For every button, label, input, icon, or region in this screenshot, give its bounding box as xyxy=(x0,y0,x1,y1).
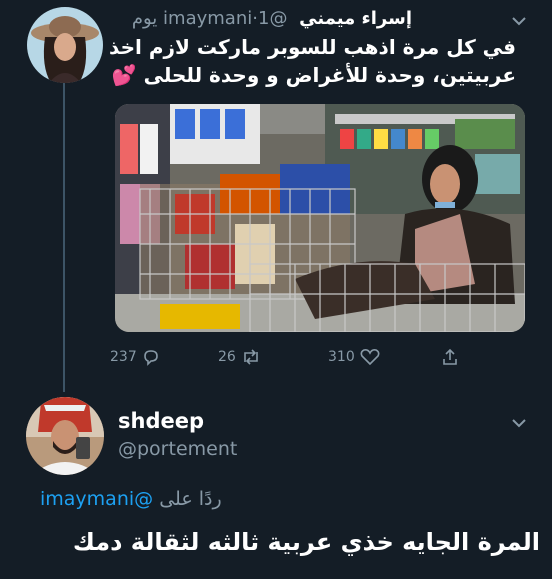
reply-button[interactable]: 237 xyxy=(110,345,161,369)
tweet-header: إسراء ميمني @imaymani·1 يوم xyxy=(100,6,412,32)
display-name[interactable]: shdeep xyxy=(118,409,204,433)
avatar[interactable] xyxy=(27,7,103,83)
like-count: 310 xyxy=(328,349,355,365)
thread-connector-line xyxy=(63,80,65,392)
display-name[interactable]: إسراء ميمني xyxy=(299,8,412,29)
like-button[interactable]: 310 xyxy=(328,345,381,369)
reply-icon xyxy=(143,350,158,366)
retweet-button[interactable]: 26 xyxy=(218,345,262,369)
tweet-actions: 237 26 310 xyxy=(110,345,470,369)
retweet-icon xyxy=(244,349,258,365)
tweet-media-image[interactable] xyxy=(115,104,525,332)
like-icon xyxy=(360,349,380,366)
reply-prefix: ردًا على xyxy=(159,488,222,510)
tweet-meta: @imaymani·1 يوم xyxy=(131,8,288,29)
tweet-text: في كل مرة اذهب للسوبر ماركت لازم اخذ عرب… xyxy=(108,33,516,89)
heart-emoji-icon: 💕 xyxy=(111,63,137,87)
reply-count: 237 xyxy=(110,349,137,365)
chevron-down-icon[interactable] xyxy=(510,414,528,432)
user-handle[interactable]: @imaymani xyxy=(163,8,287,29)
tweet-text-line: في كل مرة اذهب للسوبر ماركت لازم اخذ xyxy=(109,35,516,59)
share-icon xyxy=(443,348,457,365)
retweet-count: 26 xyxy=(218,349,236,365)
avatar[interactable] xyxy=(26,397,104,475)
user-handle[interactable]: @portement xyxy=(118,438,237,460)
tweet-text-line: عربيتين، وحدة للأغراض و وحدة للحلى 💕 xyxy=(111,63,516,87)
share-button[interactable] xyxy=(440,345,460,369)
replying-to: ردًا على @imaymani xyxy=(40,488,222,510)
reply-mention-link[interactable]: @imaymani xyxy=(40,488,153,510)
chevron-down-icon[interactable] xyxy=(510,12,528,30)
tweet-text: المرة الجايه خذي عربية ثالثه لثقالة دمك xyxy=(72,528,540,556)
